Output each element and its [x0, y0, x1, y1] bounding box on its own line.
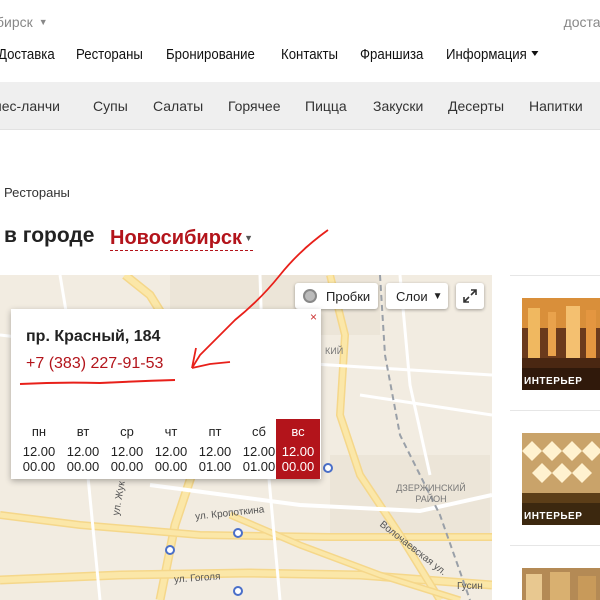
close-icon[interactable]: ×	[310, 310, 317, 324]
schedule-close-time: 00.00	[66, 459, 100, 474]
chevron-down-icon: ▼	[38, 17, 48, 27]
map-label-kiy: КИЙ	[325, 346, 344, 356]
nav-item-delivery[interactable]: Доставка	[0, 46, 55, 63]
city-selector-label: бирск	[0, 14, 33, 30]
nav-item-booking[interactable]: Бронирование	[166, 46, 255, 63]
schedule-day-name: вс	[291, 424, 305, 439]
restaurant-card[interactable]: ИНТЕРЬЕР	[510, 275, 600, 410]
schedule-open-time: 12.00	[198, 444, 232, 459]
category-hot[interactable]: Горячее	[228, 98, 281, 114]
breadcrumb[interactable]: Рестораны	[4, 185, 70, 200]
nav-item-franchise[interactable]: Франшиза	[360, 46, 423, 63]
schedule-open-time: 12.00	[22, 444, 56, 459]
schedule-open-time: 12.00	[242, 444, 276, 459]
schedule-day: чт 12.00 00.00	[149, 419, 193, 479]
schedule-day: сб 12.00 01.00	[237, 419, 281, 479]
nav-item-restaurants[interactable]: Рестораны	[76, 46, 143, 63]
card-label: ИНТЕРЬЕР	[524, 511, 583, 522]
schedule-close-time: 00.00	[110, 459, 144, 474]
schedule-day-name: пн	[31, 424, 47, 439]
schedule-close-time: 01.00	[198, 459, 232, 474]
schedule-close-time: 00.00	[281, 459, 315, 474]
interior-photo	[522, 568, 600, 600]
traffic-light-icon	[303, 289, 317, 303]
city-selector[interactable]: бирск ▼	[0, 14, 48, 30]
schedule-day-name: ср	[120, 424, 134, 439]
schedule-day-name: чт	[164, 424, 178, 439]
schedule-open-time: 12.00	[66, 444, 100, 459]
category-pizza[interactable]: Пицца	[305, 98, 347, 114]
schedule-day-name: вт	[76, 424, 90, 439]
schedule-open-time: 12.00	[110, 444, 144, 459]
delivery-link[interactable]: достав	[564, 14, 600, 30]
category-bar: нес-ланчи Супы Салаты Горячее Пицца Заку…	[0, 82, 600, 130]
restaurant-card[interactable]	[510, 545, 600, 600]
nav-item-contacts[interactable]: Контакты	[281, 46, 338, 63]
traffic-button[interactable]: Пробки	[295, 283, 378, 309]
layers-button[interactable]: Слои ▼	[386, 283, 448, 309]
category-business-lunch[interactable]: нес-ланчи	[0, 98, 60, 114]
schedule-day: вс 12.00 00.00	[276, 419, 320, 479]
main-nav: Доставка Рестораны Бронирование Контакты…	[0, 40, 600, 68]
chevron-down-icon: ▼	[244, 233, 253, 243]
schedule-close-time: 00.00	[154, 459, 188, 474]
city-dropdown[interactable]: Новосибирск ▼	[110, 226, 253, 251]
schedule-day: вт 12.00 00.00	[61, 419, 105, 479]
schedule-day: пт 12.00 01.00	[193, 419, 237, 479]
opening-hours: пн 12.00 00.00 вт 12.00 00.00 ср 12.00 00.00 чт 12…	[11, 419, 321, 479]
map-label-gusin: Гусин	[457, 581, 483, 592]
category-soups[interactable]: Супы	[93, 98, 128, 114]
traffic-button-label: Пробки	[326, 288, 371, 304]
annotation-arrow-line	[304, 231, 326, 249]
schedule-open-time: 12.00	[281, 444, 315, 459]
restaurant-phone[interactable]: +7 (383) 227-91-53	[26, 355, 163, 373]
nav-item-information[interactable]: Информация	[446, 46, 538, 63]
schedule-day-name: сб	[252, 424, 266, 439]
schedule-day: пн 12.00 00.00	[17, 419, 61, 479]
category-snacks[interactable]: Закуски	[373, 98, 423, 114]
restaurant-address: пр. Красный, 184	[26, 328, 161, 345]
schedule-close-time: 01.00	[242, 459, 276, 474]
city-dropdown-label: Новосибирск	[110, 227, 243, 249]
category-desserts[interactable]: Десерты	[448, 98, 504, 114]
layers-button-label: Слои	[396, 288, 428, 304]
map-label-district: ДЗЕРЖИНСКИЙ РАЙОН	[396, 483, 466, 504]
map-info-balloon: × пр. Красный, 184 +7 (383) 227-91-53 пн…	[11, 309, 321, 479]
schedule-open-time: 12.00	[154, 444, 188, 459]
schedule-day: ср 12.00 00.00	[105, 419, 149, 479]
restaurant-cards: ИНТЕРЬЕР ИНТЕРЬЕР	[510, 275, 600, 600]
category-salads[interactable]: Салаты	[153, 98, 203, 114]
page-title: в городе	[4, 224, 95, 247]
category-drinks[interactable]: Напитки	[529, 98, 583, 114]
card-label: ИНТЕРЬЕР	[524, 376, 583, 387]
topbar: бирск ▼ достав	[0, 0, 600, 40]
expand-icon	[463, 289, 477, 303]
restaurant-card[interactable]: ИНТЕРЬЕР	[510, 410, 600, 545]
fullscreen-button[interactable]	[456, 283, 484, 309]
schedule-close-time: 00.00	[22, 459, 56, 474]
chevron-down-icon: ▼	[432, 290, 443, 302]
schedule-day-name: пт	[208, 424, 222, 439]
